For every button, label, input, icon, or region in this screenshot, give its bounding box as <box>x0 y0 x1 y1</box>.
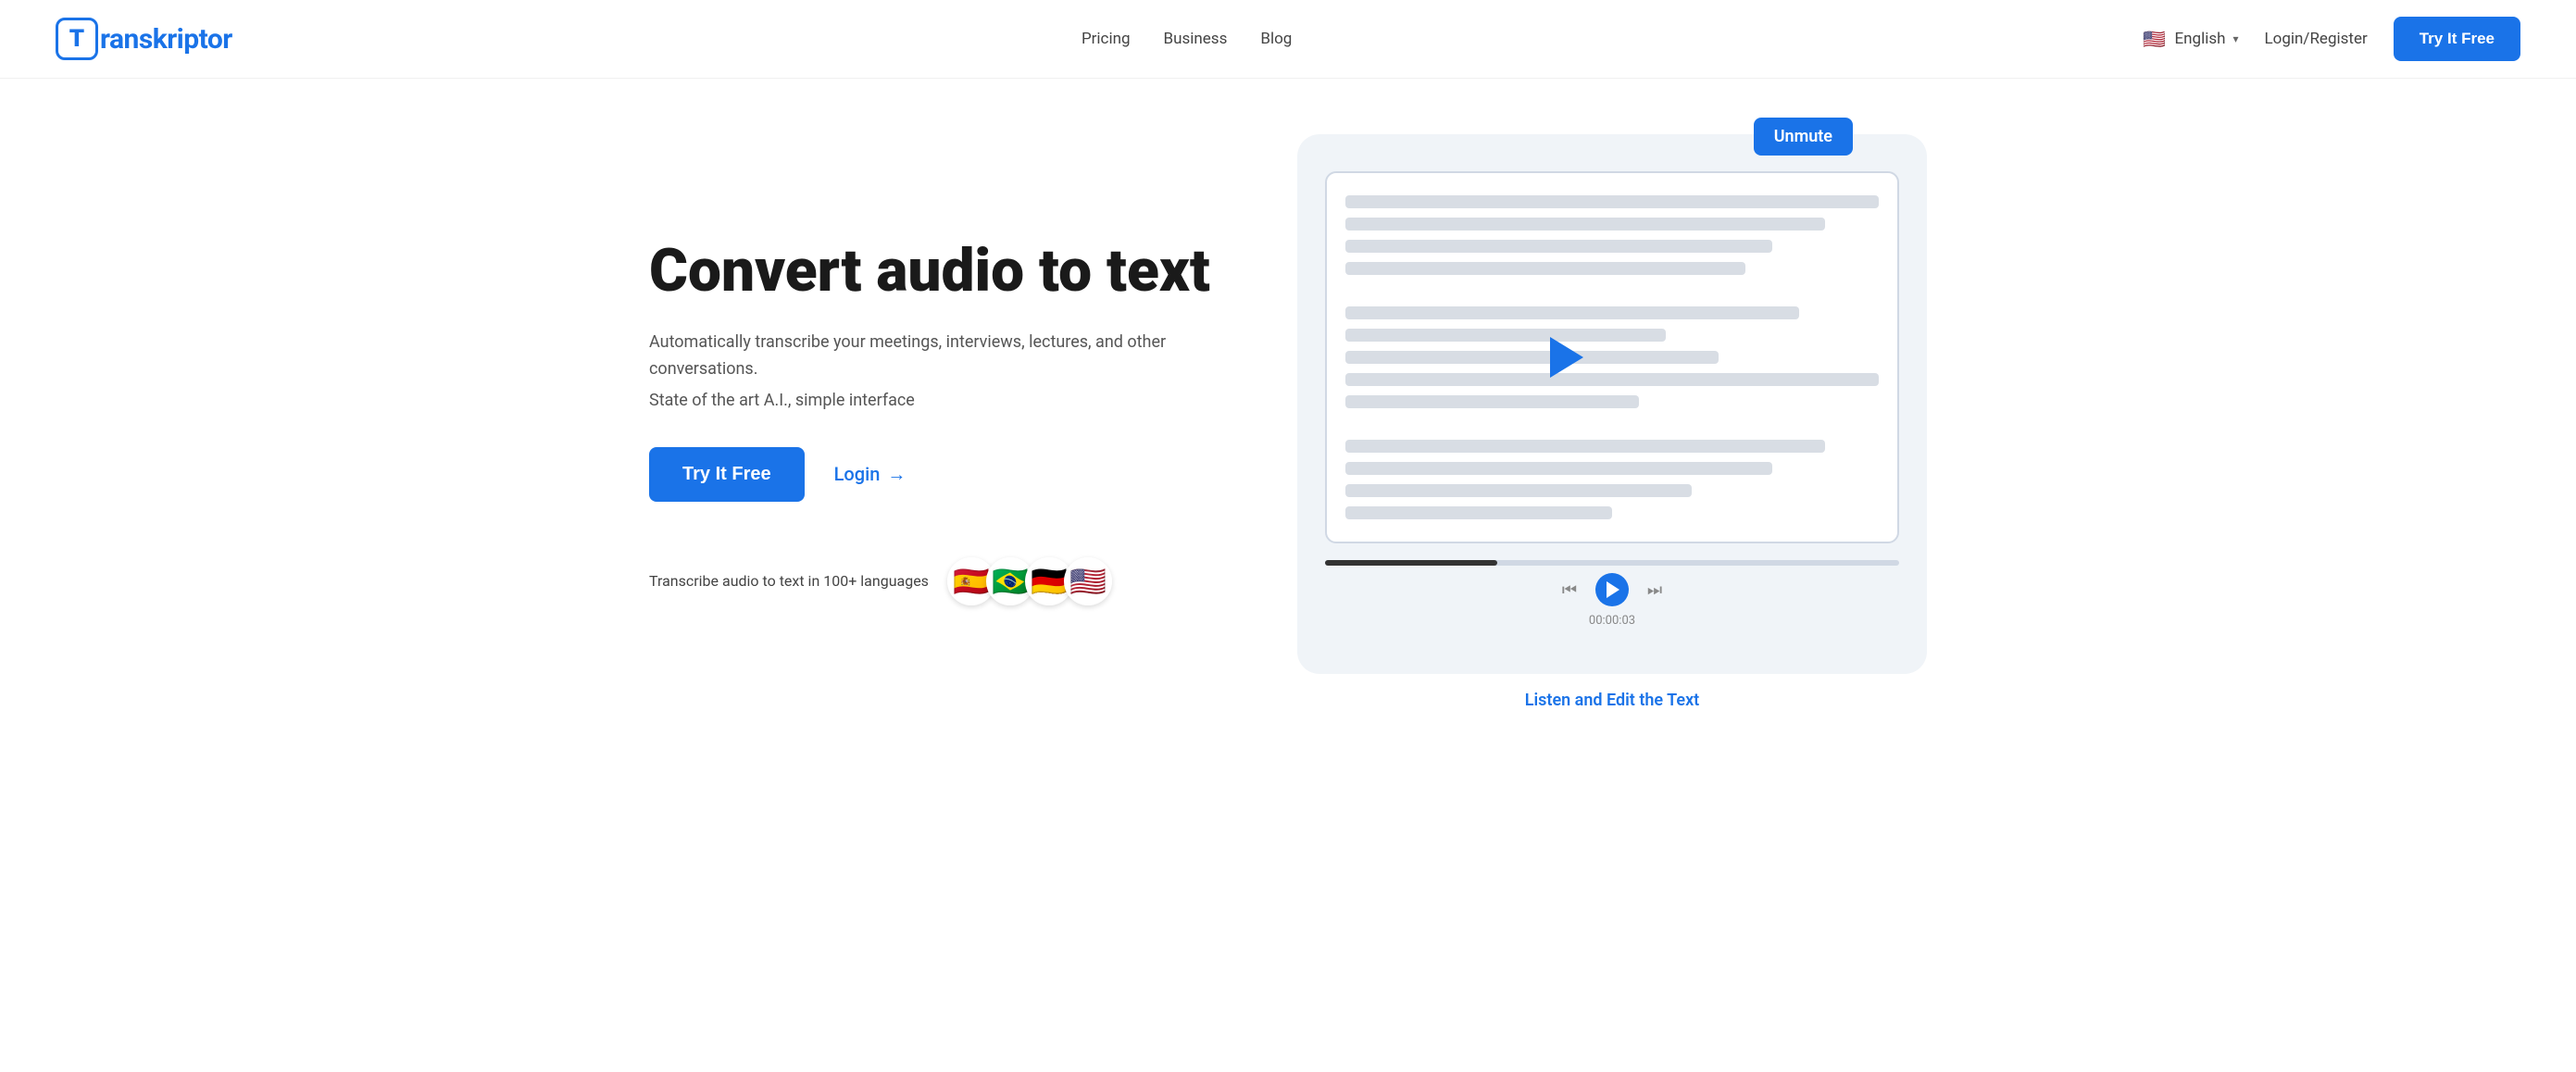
play-icon <box>1607 581 1619 598</box>
progress-bar[interactable] <box>1325 560 1899 566</box>
language-label: English <box>2174 30 2225 48</box>
hero-left: Convert audio to text Automatically tran… <box>649 239 1242 605</box>
logo[interactable]: T ranskriptor <box>56 18 232 60</box>
player-controls <box>1557 573 1668 606</box>
nav-right: 🇺🇸 English ▾ Login/Register Try It Free <box>2141 17 2520 61</box>
fast-forward-button[interactable] <box>1642 577 1668 603</box>
doc-line <box>1345 462 1772 475</box>
hero-right: Unmute <box>1297 134 1927 710</box>
hero-try-free-button[interactable]: Try It Free <box>649 447 805 502</box>
doc-lines <box>1345 195 1879 519</box>
doc-line <box>1345 218 1825 231</box>
hero-login-link[interactable]: Login → <box>834 463 907 486</box>
play-pause-button[interactable] <box>1595 573 1629 606</box>
us-flag-icon: 🇺🇸 <box>2141 26 2167 52</box>
hero-subtitle-2: State of the art A.I., simple interface <box>649 391 1242 410</box>
audio-player: 00:00:03 <box>1325 560 1899 628</box>
nav-links: Pricing Business Blog <box>1082 30 1292 48</box>
hero-section: Convert audio to text Automatically tran… <box>594 79 1982 756</box>
doc-line <box>1345 195 1879 208</box>
nav-try-free-button[interactable]: Try It Free <box>2394 17 2520 61</box>
nav-pricing[interactable]: Pricing <box>1082 30 1131 48</box>
flags-row: 🇪🇸 🇧🇷 🇩🇪 🇺🇸 <box>947 557 1112 605</box>
rewind-icon <box>1562 580 1577 600</box>
doc-line <box>1345 395 1639 408</box>
play-cursor-icon <box>1550 337 1583 378</box>
chevron-down-icon: ▾ <box>2232 32 2238 45</box>
doc-line <box>1345 484 1692 497</box>
doc-line <box>1345 373 1879 386</box>
doc-line <box>1345 351 1719 364</box>
login-register-link[interactable]: Login/Register <box>2265 30 2368 48</box>
forward-icon <box>1647 580 1662 600</box>
progress-bar-fill <box>1325 560 1497 566</box>
nav-blog[interactable]: Blog <box>1260 30 1292 48</box>
document-mockup <box>1325 171 1899 543</box>
hero-subtitle-1: Automatically transcribe your meetings, … <box>649 330 1242 383</box>
hero-title: Convert audio to text <box>649 239 1242 304</box>
illustration-wrapper: Unmute <box>1297 134 1927 674</box>
doc-line <box>1345 306 1799 319</box>
doc-line <box>1345 240 1772 253</box>
languages-section: Transcribe audio to text in 100+ languag… <box>649 557 1242 605</box>
rewind-button[interactable] <box>1557 577 1582 603</box>
timestamp-label: 00:00:03 <box>1589 614 1635 628</box>
logo-text: ranskriptor <box>100 23 232 56</box>
unmute-button[interactable]: Unmute <box>1754 118 1853 156</box>
doc-line <box>1345 262 1745 275</box>
languages-text: Transcribe audio to text in 100+ languag… <box>649 572 929 590</box>
doc-line <box>1345 329 1666 342</box>
doc-line <box>1345 440 1825 453</box>
usa-flag: 🇺🇸 <box>1064 557 1112 605</box>
hero-buttons: Try It Free Login → <box>649 447 1242 502</box>
navbar: T ranskriptor Pricing Business Blog 🇺🇸 E… <box>0 0 2576 79</box>
nav-business[interactable]: Business <box>1164 30 1228 48</box>
doc-line <box>1345 506 1612 519</box>
language-selector[interactable]: 🇺🇸 English ▾ <box>2141 26 2238 52</box>
logo-letter: T <box>69 25 84 53</box>
logo-icon: T <box>56 18 98 60</box>
listen-edit-link[interactable]: Listen and Edit the Text <box>1525 691 1699 710</box>
